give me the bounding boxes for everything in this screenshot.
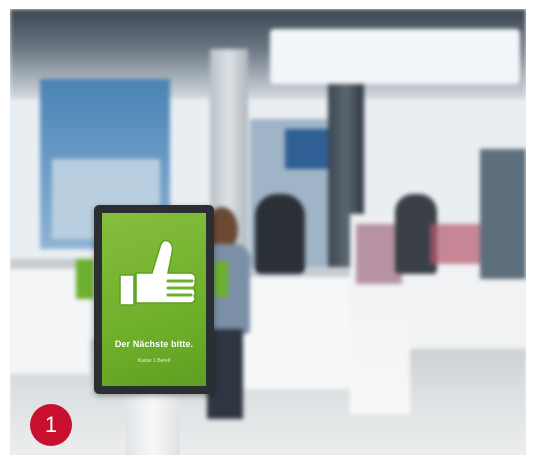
kiosk-stand (126, 394, 180, 455)
photo-frame: Der Nächste bitte. Kasse 1 Bereit (10, 9, 526, 455)
staff-figure (255, 194, 305, 274)
kiosk-screen: Der Nächste bitte. Kasse 1 Bereit (102, 213, 206, 386)
queue-kiosk: Der Nächste bitte. Kasse 1 Bereit (94, 205, 214, 394)
store-scene (10, 9, 526, 455)
green-accent-right (214, 261, 228, 297)
kiosk-message: Der Nächste bitte. (114, 339, 194, 349)
right-display (480, 149, 526, 279)
number-badge: 1 (30, 404, 72, 446)
ceiling-light-strip (270, 29, 520, 84)
kiosk-subtext: Kasse 1 Bereit (137, 358, 171, 364)
back-screen (285, 129, 330, 169)
green-accent-left (76, 259, 94, 299)
thumbs-up-icon (119, 239, 197, 306)
right-shelf-bottles (430, 224, 480, 264)
